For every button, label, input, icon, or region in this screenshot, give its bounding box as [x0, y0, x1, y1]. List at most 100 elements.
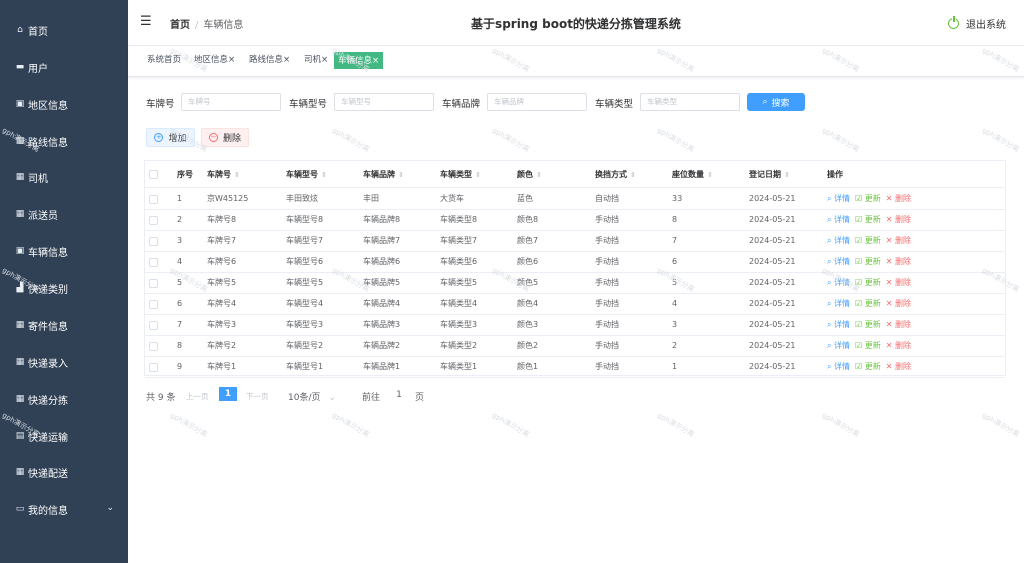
- detail-button[interactable]: ⌕ 详情: [827, 236, 850, 245]
- detail-button[interactable]: ⌕ 详情: [827, 215, 850, 224]
- close-icon[interactable]: ×: [283, 55, 290, 65]
- detail-button[interactable]: ⌕ 详情: [827, 257, 850, 266]
- table-cell: 车牌号8: [207, 215, 237, 224]
- sidebar-item[interactable]: ▦ 快递配送: [0, 454, 128, 490]
- update-label: 更新: [864, 362, 881, 371]
- sidebar-item[interactable]: ▬ 用户: [0, 49, 128, 85]
- row-delete-button[interactable]: ✕ 删除: [886, 320, 911, 329]
- column-header-label: 车牌号: [207, 170, 231, 179]
- column-header[interactable]: 换挡方式 ⇕: [595, 161, 636, 188]
- row-delete-button[interactable]: ✕ 删除: [886, 215, 911, 224]
- select-all-checkbox[interactable]: [149, 170, 158, 179]
- close-icon[interactable]: ×: [321, 55, 328, 65]
- prev-page-button[interactable]: 上一页: [186, 391, 209, 402]
- sidebar-item-label: 地区信息: [28, 100, 68, 112]
- table-cell: 车辆类型6: [440, 257, 478, 266]
- table-cell: 车牌号5: [207, 278, 237, 287]
- row-delete-button[interactable]: ✕ 删除: [886, 278, 911, 287]
- row-checkbox[interactable]: [149, 195, 158, 204]
- row-checkbox[interactable]: [149, 300, 158, 309]
- row-checkbox[interactable]: [149, 237, 158, 246]
- column-header[interactable]: 车牌号 ⇕: [207, 161, 240, 188]
- logout-button[interactable]: 退出系统: [948, 16, 1006, 31]
- sort-icon[interactable]: ⇕: [630, 171, 636, 179]
- table-row: 1 京W45125 丰田致炫 丰田 大货车 蓝色 自动挡 33 2024-05-21 ⌕ 详情 ☑ …: [145, 189, 1005, 210]
- sort-icon[interactable]: ⇕: [398, 171, 404, 179]
- column-header[interactable]: 车辆品牌 ⇕: [363, 161, 404, 188]
- update-button[interactable]: ☑ 更新: [855, 299, 881, 308]
- row-delete-button[interactable]: ✕ 删除: [886, 341, 911, 350]
- sort-icon[interactable]: ⇕: [321, 171, 327, 179]
- row-checkbox[interactable]: [149, 279, 158, 288]
- detail-button[interactable]: ⌕ 详情: [827, 194, 850, 203]
- sort-icon[interactable]: ⇕: [536, 171, 542, 179]
- row-checkbox[interactable]: [149, 258, 158, 267]
- row-checkbox[interactable]: [149, 321, 158, 330]
- close-icon[interactable]: ×: [372, 56, 379, 66]
- update-button[interactable]: ☑ 更新: [855, 215, 881, 224]
- column-header[interactable]: 座位数量 ⇕: [672, 161, 713, 188]
- grid-icon: ▦: [15, 357, 25, 367]
- sort-icon[interactable]: ⇕: [784, 171, 790, 179]
- row-delete-label: 删除: [895, 236, 911, 245]
- column-header[interactable]: 颜色 ⇕: [517, 161, 542, 188]
- sidebar-item[interactable]: ▦ 派送员: [0, 196, 128, 232]
- sidebar-item[interactable]: ▣ 车辆信息: [0, 233, 128, 269]
- delete-button-label: 删除: [222, 134, 241, 144]
- brand-input[interactable]: 车辆品牌: [487, 93, 587, 111]
- row-checkbox[interactable]: [149, 363, 158, 372]
- update-button[interactable]: ☑ 更新: [855, 194, 881, 203]
- detail-button[interactable]: ⌕ 详情: [827, 362, 850, 371]
- detail-button[interactable]: ⌕ 详情: [827, 341, 850, 350]
- search-button[interactable]: ⌕ 搜索: [747, 93, 805, 111]
- update-button[interactable]: ☑ 更新: [855, 257, 881, 266]
- row-delete-button[interactable]: ✕ 删除: [886, 194, 911, 203]
- sort-icon[interactable]: ⇕: [234, 171, 240, 179]
- sidebar-item[interactable]: ▭ 我的信息 ⌄: [0, 491, 128, 527]
- page-size-select[interactable]: 10条/页 ⌄: [288, 390, 336, 403]
- update-button[interactable]: ☑ 更新: [855, 362, 881, 371]
- row-delete-label: 删除: [895, 215, 911, 224]
- watermark: gph演示分离: [655, 411, 696, 439]
- column-header[interactable]: 车辆型号 ⇕: [286, 161, 327, 188]
- detail-button[interactable]: ⌕ 详情: [827, 320, 850, 329]
- sort-icon[interactable]: ⇕: [707, 171, 713, 179]
- update-button[interactable]: ☑ 更新: [855, 320, 881, 329]
- row-delete-button[interactable]: ✕ 删除: [886, 236, 911, 245]
- close-icon[interactable]: ×: [228, 55, 235, 65]
- sidebar-item[interactable]: ▣ 地区信息: [0, 86, 128, 122]
- table-cell: 车辆型号1: [286, 362, 324, 371]
- update-button[interactable]: ☑ 更新: [855, 236, 881, 245]
- column-header: 操作: [827, 161, 843, 188]
- sidebar-item[interactable]: ▦ 寄件信息: [0, 307, 128, 343]
- row-delete-button[interactable]: ✕ 删除: [886, 362, 911, 371]
- delete-button[interactable]: − 删除: [201, 128, 249, 147]
- table-cell: 3: [672, 320, 678, 329]
- row-checkbox[interactable]: [149, 216, 158, 225]
- plate-input[interactable]: 车牌号: [181, 93, 281, 111]
- row-actions: ⌕ 详情 ☑ 更新 ✕ 删除: [827, 315, 911, 335]
- watermark: gph演示分离: [820, 411, 861, 439]
- page-1-button[interactable]: 1: [219, 387, 237, 401]
- row-actions: ⌕ 详情 ☑ 更新 ✕ 删除: [827, 252, 911, 272]
- row-checkbox[interactable]: [149, 342, 158, 351]
- tab-3[interactable]: 路线信息×: [246, 52, 293, 69]
- next-page-button[interactable]: 下一页: [246, 391, 269, 402]
- sidebar-item[interactable]: ▦ 司机: [0, 159, 128, 195]
- column-header[interactable]: 车辆类型 ⇕: [440, 161, 481, 188]
- sidebar-item[interactable]: ⌂ 首页: [0, 12, 128, 48]
- tab-4[interactable]: 司机×: [301, 52, 331, 69]
- sort-icon[interactable]: ⇕: [475, 171, 481, 179]
- sidebar-item[interactable]: ▦ 快递录入: [0, 344, 128, 380]
- goto-input[interactable]: 1: [388, 387, 410, 403]
- column-header-label: 操作: [827, 170, 843, 179]
- column-header[interactable]: 登记日期 ⇕: [749, 161, 790, 188]
- sidebar-item[interactable]: ▦ 快递分拣: [0, 381, 128, 417]
- type-input[interactable]: 车辆类型: [640, 93, 740, 111]
- model-input[interactable]: 车辆型号: [334, 93, 434, 111]
- update-button[interactable]: ☑ 更新: [855, 341, 881, 350]
- detail-button[interactable]: ⌕ 详情: [827, 299, 850, 308]
- row-delete-button[interactable]: ✕ 删除: [886, 299, 911, 308]
- table-cell: 车辆型号5: [286, 278, 324, 287]
- row-delete-button[interactable]: ✕ 删除: [886, 257, 911, 266]
